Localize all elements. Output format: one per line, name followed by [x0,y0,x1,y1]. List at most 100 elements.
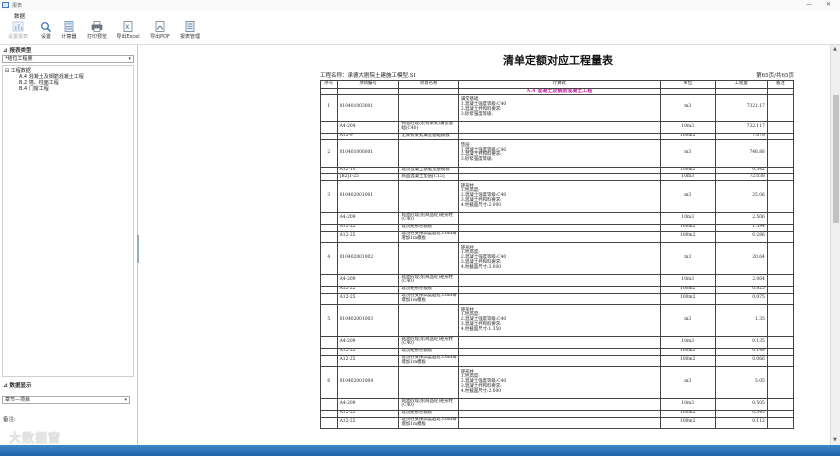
formula-cell: 满堂基础 1.混凝土强度等级:C40 2.混凝土拌和料要求: 3.砂浆强度等级: [457,93,661,122]
row-no: 5 [320,304,338,338]
search-icon [41,22,51,32]
close-button[interactable]: ✕ [826,1,831,8]
quota-code: A12-22 [336,223,400,232]
quota-name: 现浇柱支撑高度超过3.6m每 增加1m模板 [398,416,459,430]
tree-node-doors[interactable]: B.4 门窗工程 [19,85,49,92]
table-row[interactable]: 5 010402001003 矩形柱 1.柱高度: 2.混凝土强度等级:C40 3.混凝土… [320,304,795,338]
calculator-button[interactable]: 计算器 [55,21,83,44]
quota-name: 商混砼现浇(商品砼)矩形柱 (C40) [398,274,459,287]
qty-cell: 0.135 [714,336,768,349]
left-panel: ⊿ 报表类型 *结位工程量 ▾ ⊟ 工程数据 A.4 混凝土及钢筋混凝土工程 B… [0,45,138,445]
item-code: 010402001002 [336,242,400,276]
status-bar [0,445,840,456]
row-no [320,409,338,418]
row-no [320,173,338,182]
scrollbar-thumb[interactable] [833,95,839,223]
quota-code: A4-209 [336,212,400,225]
item-name [398,139,459,168]
table-row[interactable]: A4-209 商混砼现浇(商品砼)矩形柱 (C40) 10m3 2.506 [320,212,795,225]
row-no: 3 [320,180,338,214]
chevron-down-icon: ▾ [124,397,127,403]
scroll-down-icon[interactable]: ▼ [833,437,837,443]
table-row[interactable]: A4-209 商混砼现浇(商品砼)矩形柱 (C40) 10m3 0.505 [320,398,795,411]
report-viewer: 清单定额对应工程量表 工程名称：承德大剧院土建施工模型.SI 第65页/共65页… [140,45,830,445]
row-no [320,166,338,175]
qty-cell: 7.678 [714,132,768,141]
table-row[interactable]: 3 010402001001 矩形柱 1.柱高度: 2.混凝土强度等级:C40 3.混凝土… [320,180,795,214]
unit-cell: 100m2 [659,416,716,430]
report-type-select[interactable]: *结位工程量 ▾ [2,55,134,63]
qty-cell: 0.286 [714,230,768,244]
menu-data[interactable]: 数据 [14,12,25,20]
page-info: 第65页/共65页 [756,73,794,79]
svg-text:X: X [125,24,129,31]
table-row[interactable]: A12-25 现浇柱支撑高度超过3.6m每 增加1m模板 100m2 0.075 [320,292,795,306]
row-no [320,398,338,411]
table-row[interactable]: A4-209 商混砼现浇(商品砼)矩形柱 (C40) 10m3 0.135 [320,336,795,349]
qty-cell: 25.06 [714,180,768,214]
vertical-scrollbar[interactable]: ▲ ▼ [830,45,840,445]
export-pdf-button[interactable]: 导出PDF [146,21,174,44]
table-row[interactable]: [B2]1-25 商品混凝土垫层[C15] 10m3 72.038 [320,173,795,182]
qty-cell: 72.038 [714,173,768,182]
remark-cell [766,336,795,349]
table-row[interactable]: A12-22 现浇矩形柱模板 100m2 0.343 [320,409,795,418]
row-no [320,132,338,141]
scroll-up-icon[interactable]: ▲ [833,46,837,52]
quota-code: A12-22 [336,409,400,418]
quota-code: A4-209 [336,398,400,411]
remark-cell [766,347,795,356]
remark-cell [766,139,795,168]
report-manage-icon [185,21,195,32]
row-no [320,121,338,134]
set-report-button[interactable]: 设置报表 [4,21,32,44]
table-row[interactable]: A12-10 现浇混凝土基础垫层模板 100m2 0.542 [320,166,795,175]
formula-cell [457,230,661,244]
table-row[interactable]: A12-9 无梁有梁式满堂基础模板 100m2 7.678 [320,132,795,141]
table-row[interactable]: A12-22 现浇矩形柱模板 100m2 0.148 [320,347,795,356]
table-row[interactable]: A4-209 商混砼现浇(商品砼)矩形柱 (C40) 10m3 2.064 [320,274,795,287]
formula-cell [457,121,661,134]
quota-name-line: 增加1m模板 [401,297,426,303]
remark-cell [766,304,795,338]
project-name: 工程名称：承德大剧院土建施工模型.SI [320,73,416,79]
table-row[interactable]: 1 010401003001 满堂基础 1.混凝土强度等级:C40 2.混凝土拌和料要求… [320,93,795,122]
quota-name: 现浇柱支撑高度超过3.6m每 增加1m模板 [398,354,459,368]
minimize-button[interactable]: — [806,1,812,8]
qty-cell: 748.88 [714,139,768,168]
row-no [320,230,338,244]
table-row[interactable]: A4-204 商混砼现浇(有梁式)满堂基 础(C40) 10m3 732.117 [320,121,795,134]
table-row[interactable]: 6 010402001004 矩形柱 1.柱高度: 2.混凝土强度等级:C40 3.混凝土… [320,366,795,400]
data-display-select[interactable]: 章节—项目 ▾ [2,396,130,404]
formula-cell [457,212,661,225]
report-manage-button[interactable]: 报表管理 [176,21,204,44]
item-name [398,304,459,338]
quota-name: 现浇混凝土基础垫层模板 [398,166,459,175]
row-no: 1 [320,93,338,122]
print-preview-button[interactable]: 打印预览 [83,21,111,44]
app-icon [2,2,9,8]
formula-cell [457,409,661,418]
quota-name: 无梁有梁式满堂基础模板 [398,132,459,141]
table-row[interactable]: A12-22 现浇矩形柱模板 100m2 1.394 [320,223,795,232]
item-desc-line: 4.柱截面尺寸:2.000 [460,388,502,394]
table-row[interactable]: A12-25 现浇柱支撑高度超过3.6m每 增加1m模板 100m2 0.066 [320,354,795,368]
table-row[interactable]: A12-22 现浇矩形柱模板 100m2 0.825 [320,285,795,294]
quota-code: A4-209 [336,336,400,349]
table-row[interactable]: A12-25 现浇柱支撑高度超过3.6m每 增加1m模板 100m2 0.112 [320,416,795,430]
formula-cell [457,173,661,182]
table-row[interactable]: 2 010401006001 垫层 1.混凝土强度等级:C40 2.混凝土拌和料要求: 3… [320,139,795,168]
quota-name: 现浇柱支撑高度超过3.6m每 增加1m模板 [398,292,459,306]
panel-splitter[interactable] [137,235,139,263]
watermark: 大数据窗 [9,431,62,445]
item-desc-line: 4.柱截面尺寸:3.000 [460,264,502,270]
qty-cell: 0.343 [714,409,768,418]
calculator-icon [64,21,74,32]
report-type-header: ⊿ 报表类型 [3,48,32,54]
table-header-row: 序号 项目编号 项目名称 计算式 单位 工程量 备注 [320,80,795,89]
printer-icon [91,21,103,32]
table-row[interactable]: 4 010402001002 矩形柱 1.柱高度: 2.混凝土强度等级:C40 3.混凝土… [320,242,795,276]
quota-name: 现浇矩形柱模板 [398,409,459,418]
export-excel-button[interactable]: X 导出Excel [114,21,142,44]
table-row[interactable]: A12-25 现浇柱支撑高度超过3.6m每 增加1m模板 100m2 0.286 [320,230,795,244]
